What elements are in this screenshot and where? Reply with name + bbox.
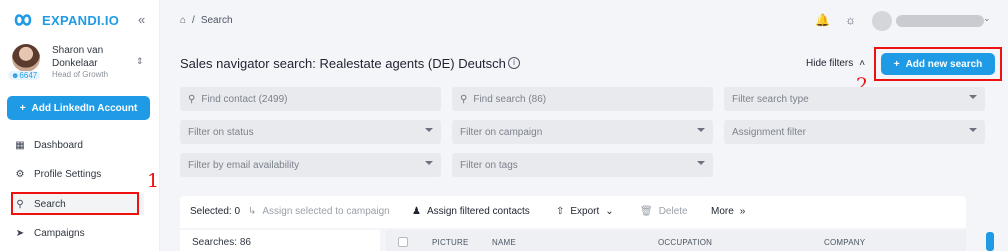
email-availability-placeholder: Filter by email availability: [188, 159, 300, 171]
sidebar-item-campaigns[interactable]: ➤ Campaigns: [14, 222, 144, 244]
status-select[interactable]: Filter on status: [180, 120, 441, 144]
profile-role: Head of Growth: [52, 70, 109, 79]
users-icon: ♟: [412, 206, 421, 217]
export-label: Export: [570, 206, 600, 217]
brand-name: EXPANDI.IO: [42, 12, 120, 28]
export-icon: ⇧: [556, 206, 565, 217]
user-avatar[interactable]: [872, 11, 892, 31]
caret-down-icon: [425, 161, 433, 165]
search-type-select[interactable]: Filter search type: [724, 87, 985, 111]
info-icon[interactable]: i: [508, 57, 520, 69]
credits-count: 6647: [19, 71, 38, 80]
caret-down-icon: [697, 128, 705, 132]
find-contact-placeholder: Find contact (2499): [201, 93, 288, 105]
caret-down-icon: [425, 128, 433, 132]
chevron-down-icon[interactable]: ⌄: [983, 13, 991, 24]
brand-logo[interactable]: EXPANDI.IO: [8, 10, 119, 30]
caret-down-icon: [969, 95, 977, 99]
table-header: PICTURE NAME OCCUPATION COMPANY: [386, 230, 966, 251]
avatar: [12, 44, 40, 72]
status-placeholder: Filter on status: [188, 126, 254, 138]
double-chevron-left-icon[interactable]: «: [138, 12, 145, 27]
chevron-down-icon: ⌄: [605, 206, 614, 217]
breadcrumb: ⌂ / Search: [180, 15, 233, 26]
column-header-name[interactable]: NAME: [492, 238, 516, 247]
assignment-placeholder: Assignment filter: [732, 126, 806, 138]
sidebar-item-dashboard[interactable]: ▦ Dashboard: [14, 134, 144, 156]
hide-filters-toggle[interactable]: Hide filters ˄: [806, 58, 865, 69]
breadcrumb-current: Search: [200, 15, 233, 26]
profile-name: Sharon van Donkelaar: [52, 45, 104, 69]
plus-icon: +: [893, 58, 900, 70]
annotation-highlight-search: [11, 192, 139, 215]
double-chevron-up-icon: ˄: [859, 58, 866, 69]
search-icon: ⚲: [188, 93, 196, 105]
sidebar-item-label: Campaigns: [34, 227, 85, 239]
credits-badge: ☻6647: [8, 71, 41, 80]
campaign-select[interactable]: Filter on campaign: [452, 120, 713, 144]
campaign-placeholder: Filter on campaign: [460, 126, 543, 138]
delete-button[interactable]: 🗑 Delete: [640, 206, 688, 217]
bulk-actions-toolbar: Selected: 0 ↳ Assign selected to campaig…: [180, 196, 966, 228]
assign-selected-button[interactable]: ↳ Assign selected to campaign: [248, 206, 390, 217]
arrow-return-icon: ↳: [248, 206, 257, 217]
searches-label: Searches:: [192, 237, 238, 248]
email-availability-select[interactable]: Filter by email availability: [180, 153, 441, 177]
select-all-checkbox[interactable]: [398, 237, 408, 247]
home-icon[interactable]: ⌂: [180, 15, 186, 26]
add-new-search-label: Add new search: [905, 58, 983, 70]
gear-icon: ⚙: [15, 168, 25, 180]
more-button[interactable]: More »: [711, 206, 745, 217]
page-title: Sales navigator search: Realestate agent…: [180, 56, 506, 71]
annotation-number-1: 1: [147, 170, 160, 192]
sidebar-item-label: Dashboard: [34, 139, 83, 151]
bell-icon[interactable]: 🔔: [815, 13, 830, 27]
caret-down-icon: [697, 161, 705, 165]
caret-down-icon: [969, 128, 977, 132]
export-dropdown[interactable]: ⇧ Export ⌄: [556, 206, 614, 217]
search-icon: ⚲: [460, 93, 468, 105]
profile-switcher[interactable]: ☻6647 Sharon van Donkelaar Head of Growt…: [8, 42, 155, 84]
scrollbar[interactable]: [986, 232, 994, 251]
sidebar-item-profile-settings[interactable]: ⚙ Profile Settings: [14, 163, 144, 185]
find-contact-input[interactable]: ⚲ Find contact (2499): [180, 87, 441, 111]
searches-count-value: 86: [239, 237, 251, 248]
find-search-input[interactable]: ⚲ Find search (86): [452, 87, 713, 111]
tags-placeholder: Filter on tags: [460, 159, 518, 171]
column-header-occupation[interactable]: OCCUPATION: [658, 238, 712, 247]
column-header-picture[interactable]: PICTURE: [432, 238, 469, 247]
hide-filters-label: Hide filters: [806, 58, 854, 69]
delete-label: Delete: [658, 206, 688, 217]
assign-filtered-label: Assign filtered contacts: [426, 206, 530, 217]
campaigns-icon: ➤: [15, 227, 25, 239]
add-linkedin-account-label: Add LinkedIn Account: [31, 102, 138, 114]
column-header-company[interactable]: COMPANY: [824, 238, 865, 247]
sidebar-item-label: Profile Settings: [34, 168, 102, 180]
chevron-updown-icon: ⇕: [136, 56, 144, 66]
find-search-placeholder: Find search (86): [473, 93, 547, 105]
search-type-placeholder: Filter search type: [732, 93, 809, 105]
searches-count: Searches: 86: [180, 230, 380, 251]
selected-count: Selected: 0: [190, 206, 240, 217]
breadcrumb-separator: /: [192, 15, 195, 26]
selected-count-label: Selected: 0: [190, 206, 241, 217]
dashboard-icon: ▦: [15, 139, 25, 151]
add-linkedin-account-button[interactable]: + Add LinkedIn Account: [7, 96, 150, 120]
assign-selected-label: Assign selected to campaign: [262, 206, 390, 217]
user-name-blurred[interactable]: [896, 15, 984, 27]
assignment-select[interactable]: Assignment filter: [724, 120, 985, 144]
assign-filtered-button[interactable]: ♟ Assign filtered contacts: [412, 206, 530, 217]
add-new-search-button[interactable]: + Add new search: [881, 53, 995, 75]
theme-toggle-icon[interactable]: ☼: [845, 13, 856, 27]
plus-icon: +: [19, 102, 26, 114]
infinity-logo-icon: [14, 14, 32, 26]
double-chevron-right-icon: »: [739, 206, 746, 217]
more-label: More: [711, 206, 734, 217]
trash-icon: 🗑: [640, 206, 653, 217]
tags-select[interactable]: Filter on tags: [452, 153, 713, 177]
